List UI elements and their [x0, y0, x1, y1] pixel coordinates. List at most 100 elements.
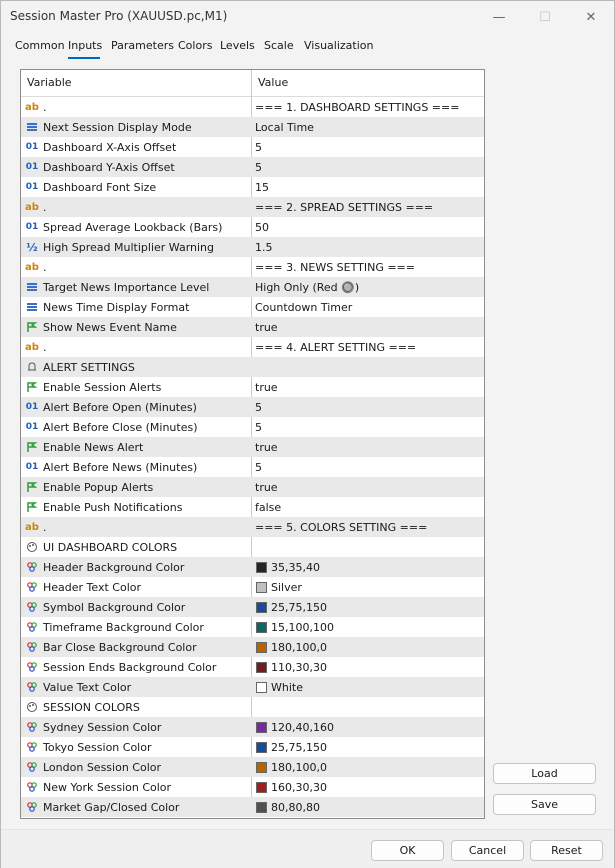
- table-row[interactable]: Value Text Color White: [21, 677, 484, 697]
- value-cell[interactable]: 80,80,80: [252, 797, 484, 817]
- value-cell[interactable]: 1.5: [252, 237, 484, 257]
- tab-common[interactable]: Common: [15, 39, 65, 52]
- table-row[interactable]: Symbol Background Color 25,75,150: [21, 597, 484, 617]
- table-row[interactable]: 01 Spread Average Lookback (Bars) 50: [21, 217, 484, 237]
- table-row[interactable]: Enable Push Notifications false: [21, 497, 484, 517]
- table-row[interactable]: ½ High Spread Multiplier Warning 1.5: [21, 237, 484, 257]
- table-row[interactable]: Next Session Display Mode Local Time: [21, 117, 484, 137]
- table-row[interactable]: ab. === 4. ALERT SETTING ===: [21, 337, 484, 357]
- value-cell[interactable]: 5: [252, 417, 484, 437]
- table-row[interactable]: Target News Importance Level High Only (R…: [21, 277, 484, 297]
- color-swatch[interactable]: [256, 661, 267, 673]
- color-swatch[interactable]: [256, 801, 267, 813]
- value-cell[interactable]: 15: [252, 177, 484, 197]
- table-row[interactable]: UI DASHBOARD COLORS: [21, 537, 484, 557]
- value-cell[interactable]: 110,30,30: [252, 657, 484, 677]
- value-cell[interactable]: false: [252, 497, 484, 517]
- value-cell[interactable]: === 3. NEWS SETTING ===: [252, 257, 484, 277]
- table-row[interactable]: Tokyo Session Color 25,75,150: [21, 737, 484, 757]
- tab-colors[interactable]: Colors: [178, 39, 212, 52]
- color-swatch[interactable]: [256, 581, 267, 593]
- header-variable[interactable]: Variable: [21, 70, 72, 96]
- value-cell[interactable]: Silver: [252, 577, 484, 597]
- color-swatch[interactable]: [256, 721, 267, 733]
- table-row[interactable]: 01 Alert Before News (Minutes) 5: [21, 457, 484, 477]
- value-cell[interactable]: 160,30,30: [252, 777, 484, 797]
- value-cell[interactable]: 25,75,150: [252, 737, 484, 757]
- table-row[interactable]: ALERT SETTINGS: [21, 357, 484, 377]
- color-swatch[interactable]: [256, 761, 267, 773]
- cancel-button[interactable]: Cancel: [451, 840, 524, 861]
- value-cell[interactable]: 5: [252, 397, 484, 417]
- color-swatch[interactable]: [256, 781, 267, 793]
- table-row[interactable]: Show News Event Name true: [21, 317, 484, 337]
- tab-parameters[interactable]: Parameters: [111, 39, 174, 52]
- color-swatch[interactable]: [256, 561, 267, 573]
- value-cell[interactable]: White: [252, 677, 484, 697]
- value-cell[interactable]: [252, 357, 484, 377]
- value-cell[interactable]: 180,100,0: [252, 757, 484, 777]
- table-row[interactable]: 01 Dashboard Y-Axis Offset 5: [21, 157, 484, 177]
- value-cell[interactable]: 5: [252, 457, 484, 477]
- table-row[interactable]: Sydney Session Color 120,40,160: [21, 717, 484, 737]
- value-cell[interactable]: 5: [252, 157, 484, 177]
- value-cell[interactable]: 5: [252, 137, 484, 157]
- value-cell[interactable]: [252, 697, 484, 717]
- load-button[interactable]: Load: [493, 763, 596, 784]
- value-cell[interactable]: 35,35,40: [252, 557, 484, 577]
- value-cell[interactable]: [252, 537, 484, 557]
- value-cell[interactable]: === 2. SPREAD SETTINGS ===: [252, 197, 484, 217]
- ok-button[interactable]: OK: [371, 840, 444, 861]
- table-row[interactable]: Bar Close Background Color 180,100,0: [21, 637, 484, 657]
- table-row[interactable]: 01 Dashboard Font Size 15: [21, 177, 484, 197]
- table-row[interactable]: 01 Alert Before Open (Minutes) 5: [21, 397, 484, 417]
- reset-button[interactable]: Reset: [530, 840, 603, 861]
- value-cell[interactable]: 25,75,150: [252, 597, 484, 617]
- tab-visualization[interactable]: Visualization: [304, 39, 373, 52]
- color-swatch[interactable]: [256, 641, 267, 653]
- table-row[interactable]: New York Session Color 160,30,30: [21, 777, 484, 797]
- value-cell[interactable]: 120,40,160: [252, 717, 484, 737]
- table-row[interactable]: Market Gap/Closed Color 80,80,80: [21, 797, 484, 817]
- table-row[interactable]: London Session Color 180,100,0: [21, 757, 484, 777]
- table-row[interactable]: Session Ends Background Color 110,30,30: [21, 657, 484, 677]
- table-row[interactable]: SESSION COLORS: [21, 697, 484, 717]
- table-row[interactable]: Header Text Color Silver: [21, 577, 484, 597]
- value-cell[interactable]: 15,100,100: [252, 617, 484, 637]
- table-row[interactable]: Enable News Alert true: [21, 437, 484, 457]
- color-swatch[interactable]: [256, 621, 267, 633]
- value-cell[interactable]: === 5. COLORS SETTING ===: [252, 517, 484, 537]
- color-swatch[interactable]: [256, 681, 267, 693]
- tab-scale[interactable]: Scale: [264, 39, 294, 52]
- close-button[interactable]: ✕: [568, 1, 614, 33]
- table-row[interactable]: 01 Alert Before Close (Minutes) 5: [21, 417, 484, 437]
- table-row[interactable]: ab. === 3. NEWS SETTING ===: [21, 257, 484, 277]
- color-swatch[interactable]: [256, 601, 267, 613]
- value-cell[interactable]: true: [252, 437, 484, 457]
- table-row[interactable]: ab. === 2. SPREAD SETTINGS ===: [21, 197, 484, 217]
- table-row[interactable]: Enable Popup Alerts true: [21, 477, 484, 497]
- table-row[interactable]: ab. === 5. COLORS SETTING ===: [21, 517, 484, 537]
- value-cell[interactable]: true: [252, 377, 484, 397]
- value-cell[interactable]: 50: [252, 217, 484, 237]
- table-row[interactable]: Enable Session Alerts true: [21, 377, 484, 397]
- value-cell[interactable]: === 1. DASHBOARD SETTINGS ===: [252, 97, 484, 117]
- color-swatch[interactable]: [256, 741, 267, 753]
- value-cell[interactable]: Local Time: [252, 117, 484, 137]
- minimize-button[interactable]: —: [476, 1, 522, 33]
- tab-levels[interactable]: Levels: [220, 39, 255, 52]
- save-button[interactable]: Save: [493, 794, 596, 815]
- table-row[interactable]: News Time Display Format Countdown Timer: [21, 297, 484, 317]
- table-row[interactable]: ab. === 1. DASHBOARD SETTINGS ===: [21, 97, 484, 117]
- value-cell[interactable]: High Only (Red 🔘): [252, 277, 484, 297]
- table-row[interactable]: 01 Dashboard X-Axis Offset 5: [21, 137, 484, 157]
- value-cell[interactable]: true: [252, 477, 484, 497]
- value-cell[interactable]: 180,100,0: [252, 637, 484, 657]
- value-cell[interactable]: === 4. ALERT SETTING ===: [252, 337, 484, 357]
- table-row[interactable]: Timeframe Background Color 15,100,100: [21, 617, 484, 637]
- tab-inputs[interactable]: Inputs: [68, 39, 102, 52]
- table-row[interactable]: Header Background Color 35,35,40: [21, 557, 484, 577]
- value-cell[interactable]: Countdown Timer: [252, 297, 484, 317]
- header-value[interactable]: Value: [252, 70, 288, 96]
- value-cell[interactable]: true: [252, 317, 484, 337]
